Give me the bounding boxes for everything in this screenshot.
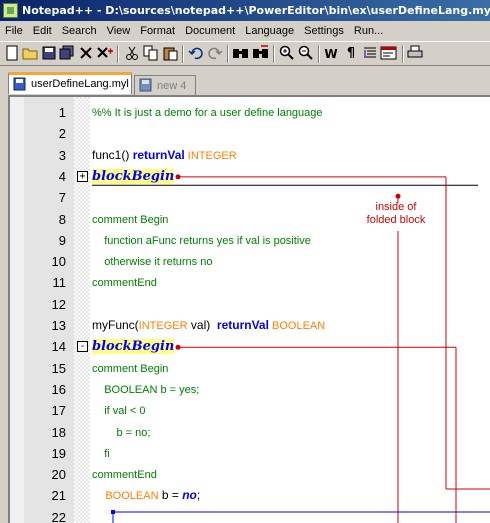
paste-icon[interactable] (161, 45, 179, 63)
print-icon[interactable] (406, 45, 424, 63)
toolbar-separator (182, 45, 184, 63)
file-saved-icon (139, 78, 152, 92)
annotation-dot (175, 344, 181, 350)
save-all-icon[interactable] (58, 45, 76, 63)
open-folder-icon[interactable] (21, 45, 39, 63)
annotation-overlay (92, 174, 490, 523)
menu-file[interactable]: File (0, 21, 28, 41)
menu-run[interactable]: Run... (349, 21, 388, 41)
save-icon[interactable] (40, 45, 58, 63)
tab-label: new 4 (157, 80, 187, 92)
wrap-icon[interactable]: W (322, 45, 340, 63)
new-file-icon[interactable] (3, 45, 21, 63)
editor-area[interactable]: 1%% It is just a demo for a user define … (8, 95, 490, 523)
toolbar-separator (117, 45, 119, 63)
cut-icon[interactable] (123, 45, 141, 63)
notepad-plus-plus-icon (3, 3, 18, 18)
toolbar-separator (318, 45, 320, 63)
toolbar-separator (227, 45, 229, 63)
menu-format[interactable]: Format (135, 21, 180, 41)
annotation-dot (395, 193, 401, 199)
close-icon[interactable] (77, 45, 95, 63)
fold-boundary-marker (111, 510, 115, 514)
toolbar-separator (402, 45, 404, 63)
tab-label: userDefineLang.myl (31, 78, 129, 90)
zoom-in-icon[interactable] (278, 45, 296, 63)
tab-strip: userDefineLang.myl new 4 (0, 66, 490, 95)
toolbar-separator (273, 45, 275, 63)
zoom-out-icon[interactable] (297, 45, 315, 63)
menu-language[interactable]: Language (240, 21, 299, 41)
user-lang-icon[interactable] (380, 45, 398, 63)
undo-icon[interactable] (187, 45, 205, 63)
toolbar: W ¶ (0, 41, 490, 66)
menu-document[interactable]: Document (180, 21, 240, 41)
copy-icon[interactable] (142, 45, 160, 63)
menu-edit[interactable]: Edit (28, 21, 57, 41)
annotation-label: inside of folded block (366, 201, 426, 226)
redo-icon[interactable] (206, 45, 224, 63)
menu-settings[interactable]: Settings (299, 21, 349, 41)
menu-bar: File Edit Search View Format Document Language… (0, 21, 490, 41)
menu-search[interactable]: Search (57, 21, 102, 41)
find-icon[interactable] (232, 45, 250, 63)
replace-icon[interactable] (252, 45, 270, 63)
annotation-dot (175, 174, 181, 180)
window-title: Notepad++ - D:\sources\notepad++\PowerEd… (22, 4, 490, 17)
indent-guide-icon[interactable] (361, 45, 379, 63)
close-all-icon[interactable] (96, 45, 114, 63)
file-saved-icon (13, 77, 26, 91)
show-all-chars-icon[interactable]: ¶ (342, 45, 360, 63)
title-bar: Notepad++ - D:\sources\notepad++\PowerEd… (0, 0, 490, 21)
tab-new-4[interactable]: new 4 (134, 75, 196, 95)
tab-userdefinelang[interactable]: userDefineLang.myl (8, 72, 132, 94)
menu-view[interactable]: View (102, 21, 136, 41)
